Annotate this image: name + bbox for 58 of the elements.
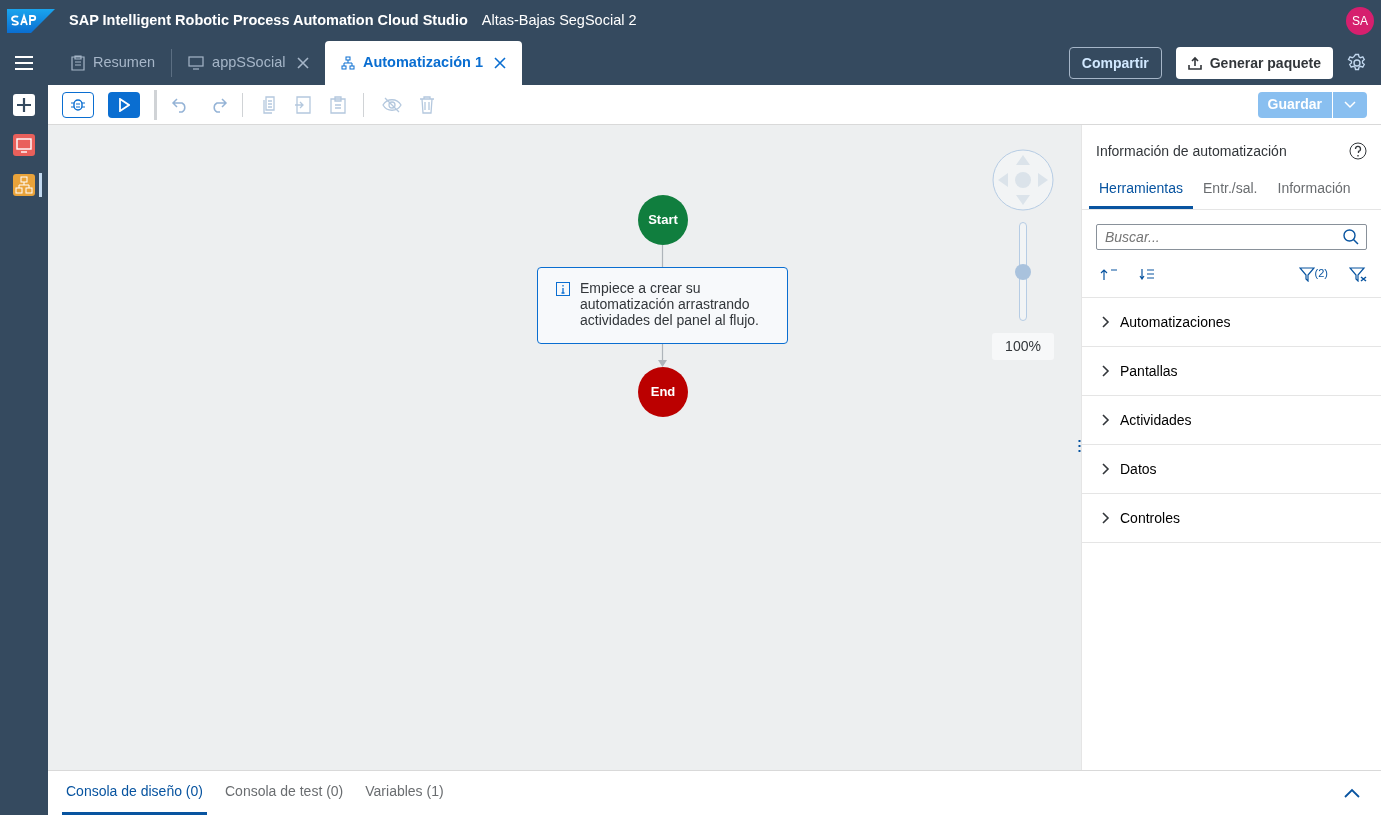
generate-package-button[interactable]: Generar paquete: [1175, 47, 1333, 79]
tool-category[interactable]: Controles: [1082, 494, 1381, 543]
sap-logo: [7, 8, 55, 33]
workflow-editor-icon: [13, 174, 35, 196]
user-avatar[interactable]: SA: [1346, 6, 1374, 35]
panel-tab[interactable]: Herramientas: [1089, 171, 1194, 209]
tool-category[interactable]: Datos: [1082, 445, 1381, 494]
play-icon: [118, 97, 130, 112]
search-field[interactable]: Buscar...: [1096, 224, 1367, 250]
tab-label: appSSocial: [212, 53, 286, 73]
connector-arrow: [658, 344, 667, 367]
filter-icon: [1298, 265, 1315, 282]
screen-editor-icon: [13, 134, 35, 156]
tab-label: Resumen: [93, 53, 156, 73]
add-button[interactable]: [13, 94, 35, 116]
editor-tab[interactable]: Automatización 1: [324, 41, 523, 85]
tool-category[interactable]: Automatizaciones: [1082, 298, 1381, 347]
hint-text: Empiece a crear su automatización arrastrando actividades del panel al flujo.: [580, 280, 760, 331]
search-icon[interactable]: [1343, 229, 1359, 245]
end-node[interactable]: End: [638, 367, 688, 417]
editor-tab[interactable]: appSSocial: [172, 41, 325, 85]
panel-tab[interactable]: Información: [1267, 171, 1361, 209]
panel-title: Información de automatización: [1096, 141, 1287, 161]
close-icon[interactable]: [296, 57, 309, 69]
tool-category[interactable]: Pantallas: [1082, 347, 1381, 396]
console-tab[interactable]: Consola de test (0): [221, 771, 348, 815]
close-icon[interactable]: [494, 57, 507, 69]
tab-label: Automatización 1: [362, 53, 483, 73]
filter-button[interactable]: (2): [1298, 265, 1328, 282]
sort-list-icon[interactable]: [1138, 267, 1155, 280]
chevron-down-icon: [1344, 100, 1356, 109]
hierarchy-icon: [340, 56, 355, 70]
clipboard-icon: [71, 55, 85, 71]
console-tab[interactable]: Variables (1): [361, 771, 448, 815]
monitor-icon: [188, 56, 205, 70]
clear-filter-icon[interactable]: [1349, 265, 1367, 282]
bug-icon: [70, 96, 86, 113]
zoom-level: 100%: [992, 333, 1054, 360]
debug-button[interactable]: [62, 91, 94, 118]
panel-tab[interactable]: Entr./sal.: [1193, 171, 1268, 209]
expand-panel-icon[interactable]: [1344, 788, 1360, 798]
share-button[interactable]: Compartir: [1068, 47, 1162, 79]
info-icon: [556, 282, 570, 296]
app-title: SAP Intelligent Robotic Process Automation Cloud Studio: [69, 10, 468, 30]
upload-icon: [1187, 56, 1202, 70]
run-button[interactable]: [108, 91, 140, 118]
connector-line: [660, 245, 665, 267]
sort-ascending-icon[interactable]: [1099, 267, 1118, 280]
start-node[interactable]: Start: [638, 195, 688, 245]
settings-icon[interactable]: [1347, 53, 1367, 73]
zoom-slider-thumb[interactable]: [1015, 263, 1031, 280]
console-tab[interactable]: Consola de diseño (0): [62, 771, 207, 815]
help-icon[interactable]: [1349, 142, 1367, 160]
tool-category[interactable]: Actividades: [1082, 396, 1381, 445]
resize-handle-icon[interactable]: [1078, 439, 1081, 453]
menu-icon[interactable]: [15, 56, 33, 70]
editor-tab[interactable]: Resumen: [55, 41, 172, 85]
project-name: Altas-Bajas SegSocial 2: [481, 10, 637, 30]
